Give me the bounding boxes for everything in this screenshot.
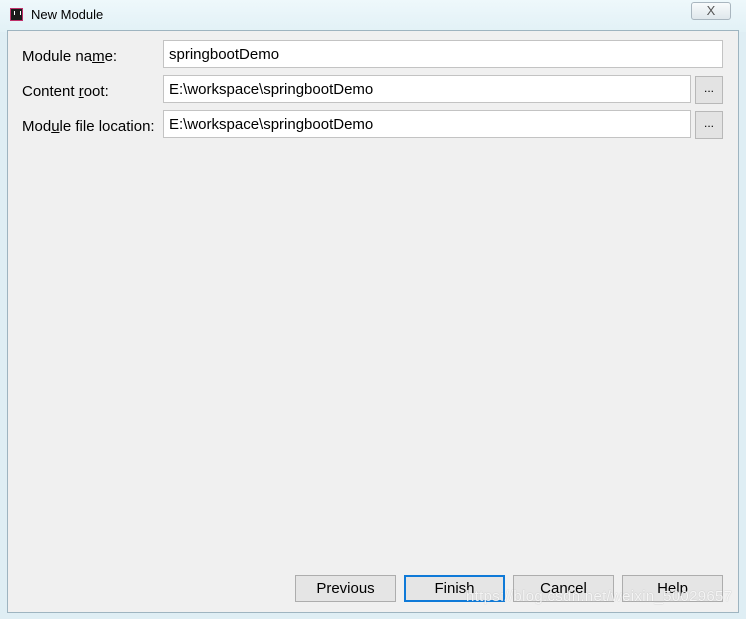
previous-button[interactable]: Previous: [295, 575, 396, 602]
content-root-label: Content root:: [22, 83, 109, 100]
watermark: https://blog.csdn.net/weixin_50029657: [466, 588, 733, 605]
intellij-icon: [10, 8, 23, 21]
content-root-browse-button[interactable]: ...: [695, 76, 723, 104]
module-name-label: Module name:: [22, 48, 118, 65]
content-root-input[interactable]: E:\workspace\springbootDemo: [163, 75, 691, 103]
title-bar[interactable]: New Module X: [0, 0, 746, 32]
window-title: New Module: [31, 7, 104, 22]
close-button[interactable]: X: [691, 2, 731, 20]
module-file-location-label: Module file location:: [22, 118, 155, 135]
module-name-input[interactable]: springbootDemo: [163, 40, 723, 68]
module-file-location-input[interactable]: E:\workspace\springbootDemo: [163, 110, 691, 138]
module-file-location-browse-button[interactable]: ...: [695, 111, 723, 139]
